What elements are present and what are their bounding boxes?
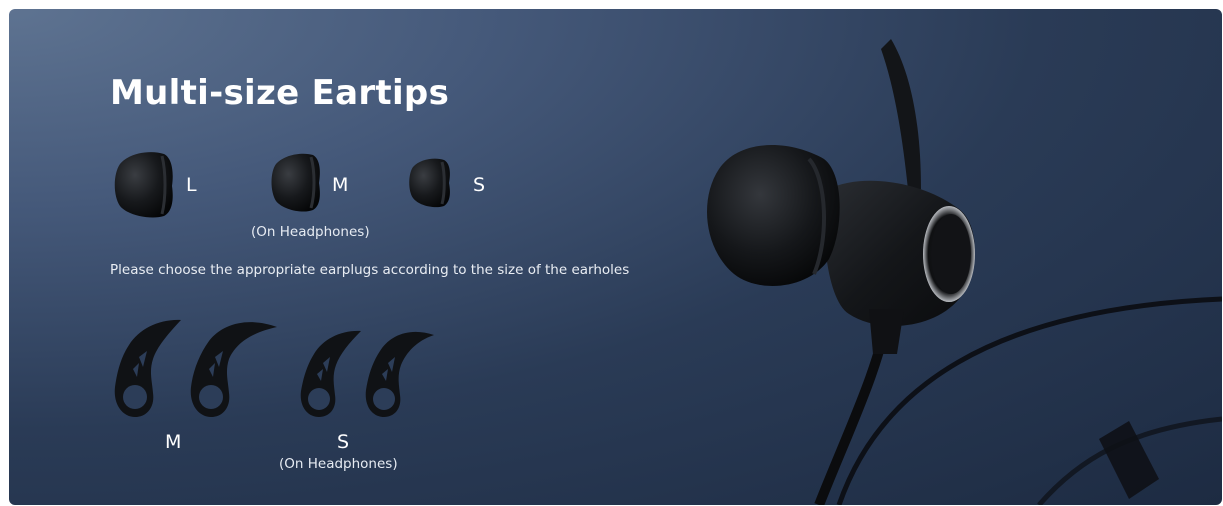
instruction-text: Please choose the appropriate earplugs a… (110, 262, 630, 278)
eartip-small-image (409, 158, 450, 208)
earhook-small-label: S (337, 431, 350, 453)
eartips-banner: Multi-size Eartips L M (On Headphones) S… (9, 9, 1222, 505)
banner-title: Multi-size Eartips (110, 73, 450, 113)
earhook-medium-left-image (114, 319, 181, 417)
eartip-large-image (114, 152, 173, 218)
eartip-large-label: L (186, 174, 197, 196)
earphone-product-image (707, 39, 1222, 505)
eartip-medium-label: M (332, 174, 349, 196)
eartip-on-headphones-note: (On Headphones) (251, 224, 370, 240)
earhook-on-headphones-note: (On Headphones) (279, 456, 398, 472)
eartip-medium-image (271, 153, 320, 212)
earhook-small-left-image (300, 330, 361, 417)
earhook-medium-right-image (190, 322, 277, 417)
eartip-small-label: S (473, 174, 486, 196)
earhook-small-right-image (365, 331, 434, 417)
earhook-medium-label: M (165, 431, 182, 453)
